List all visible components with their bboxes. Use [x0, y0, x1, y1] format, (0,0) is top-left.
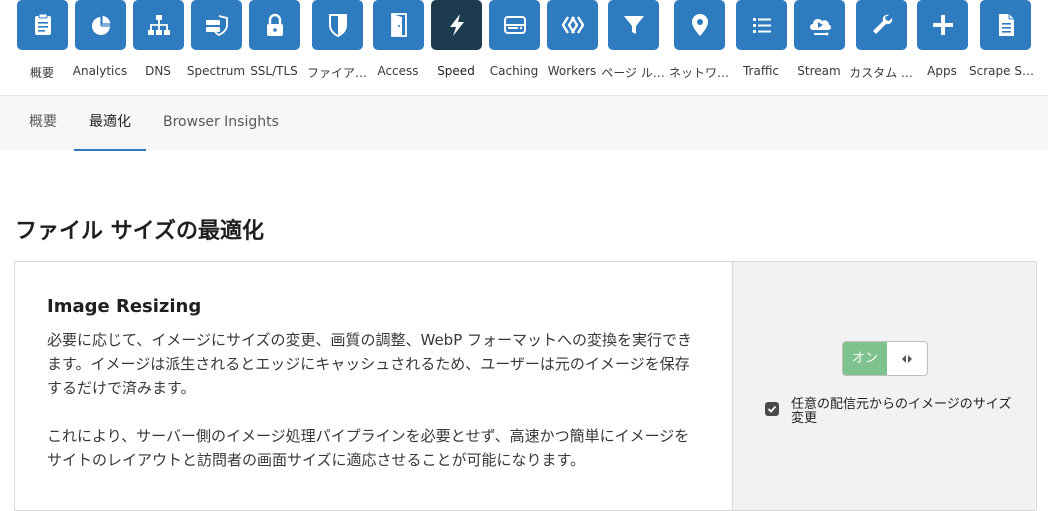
lock-icon — [249, 0, 300, 50]
card-description-paragraph: 必要に応じて、イメージにサイズの変更、画質の調整、WebP フォーマットへの変換… — [47, 331, 693, 397]
list-icon — [736, 0, 787, 50]
nav-item-dns[interactable]: DNS — [128, 0, 188, 96]
nav-item-ssl[interactable]: SSL/TLS — [244, 0, 304, 96]
check-icon — [767, 405, 777, 413]
pie-chart-icon — [75, 0, 126, 50]
tab-browser-insights[interactable]: Browser Insights — [148, 96, 294, 151]
resize-any-origin-option[interactable]: 任意の配信元からのイメージのサイズ変更 — [765, 398, 1015, 426]
image-resizing-toggle[interactable]: オン — [842, 341, 928, 376]
nav-item-speed[interactable]: Speed — [426, 0, 486, 96]
sub-tabs: 概要 最適化 Browser Insights — [0, 96, 1048, 151]
nav-item-workers[interactable]: Workers — [542, 0, 602, 96]
nav-item-access[interactable]: Access — [368, 0, 428, 96]
toggle-handle — [887, 342, 927, 375]
nav-label: Apps — [927, 64, 957, 78]
nav-item-analytics[interactable]: Analytics — [70, 0, 130, 96]
document-icon — [980, 0, 1031, 50]
nav-item-spectrum[interactable]: Spectrum — [186, 0, 246, 96]
nav-item-firewall[interactable]: ファイア… — [307, 0, 367, 96]
nav-label: ページ ル… — [601, 66, 665, 80]
tab-optimization[interactable]: 最適化 — [74, 96, 146, 151]
nav-item-overview[interactable]: 概要 — [12, 0, 72, 96]
nav-item-custom[interactable]: カスタム … — [849, 0, 913, 96]
toggle-on-label: オン — [843, 342, 887, 375]
cloud-play-icon — [794, 0, 845, 50]
nav-item-scrape-shield[interactable]: Scrape Sh… — [969, 0, 1041, 96]
tab-overview[interactable]: 概要 — [14, 96, 72, 151]
resize-any-origin-label: 任意の配信元からのイメージのサイズ変更 — [791, 397, 1012, 426]
card-description: 必要に応じて、イメージにサイズの変更、画質の調整、WebP フォーマットへの変換… — [47, 328, 697, 472]
shield-icon — [312, 0, 363, 50]
clipboard-icon — [17, 0, 68, 50]
nav-item-stream[interactable]: Stream — [789, 0, 849, 96]
nav-item-network[interactable]: ネットワ… — [669, 0, 729, 96]
nav-label: Scrape Sh… — [969, 64, 1041, 78]
resize-any-origin-checkbox[interactable] — [765, 402, 779, 416]
card-description-paragraph: これにより、サーバー側のイメージ処理パイプラインを必要とせず、高速かつ簡単にイメ… — [47, 427, 690, 469]
nav-item-page-rules[interactable]: ページ ル… — [601, 0, 665, 96]
drive-icon — [489, 0, 540, 50]
image-resizing-card: Image Resizing 必要に応じて、イメージにサイズの変更、画質の調整、… — [14, 261, 1037, 511]
nav-label: SSL/TLS — [250, 64, 298, 78]
lightning-icon — [431, 0, 482, 50]
card-controls: オン 任意の配信元からのイメージのサイズ変更 — [732, 262, 1036, 510]
toggle-arrows-icon — [902, 354, 912, 363]
workers-icon — [547, 0, 598, 50]
door-icon — [373, 0, 424, 50]
section-title: ファイル サイズの最適化 — [15, 219, 265, 244]
card-content: Image Resizing 必要に応じて、イメージにサイズの変更、画質の調整、… — [15, 262, 732, 510]
card-title: Image Resizing — [47, 296, 202, 317]
plus-icon — [917, 0, 968, 50]
nav-item-traffic[interactable]: Traffic — [731, 0, 791, 96]
server-shield-icon — [191, 0, 242, 50]
wrench-icon — [856, 0, 907, 50]
filter-icon — [608, 0, 659, 50]
sitemap-icon — [133, 0, 184, 50]
app-nav: 概要 Analytics DNS Spectrum SSL/TLS ファイア… — [0, 0, 1048, 96]
nav-item-apps[interactable]: Apps — [912, 0, 972, 96]
location-pin-icon — [674, 0, 725, 50]
nav-item-caching[interactable]: Caching — [484, 0, 544, 96]
